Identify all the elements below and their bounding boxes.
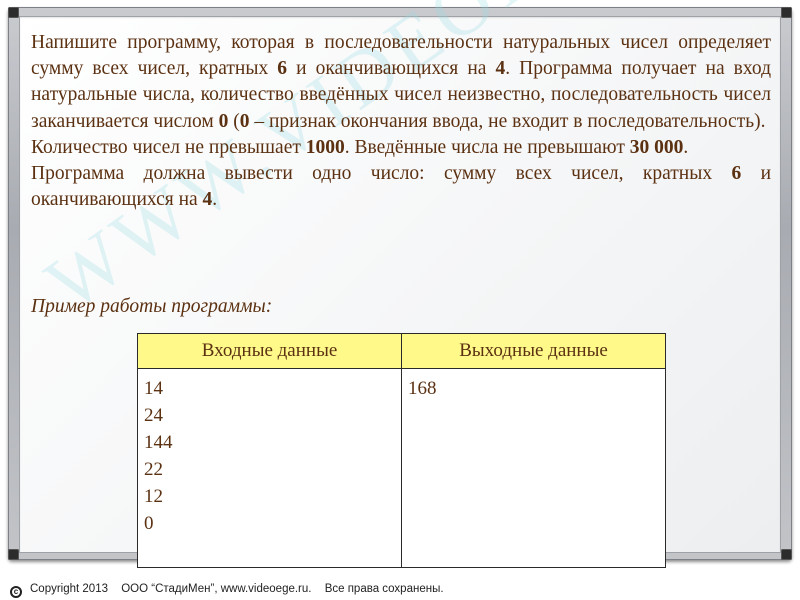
input-line: 22 [144,459,163,480]
task-paragraph-2: Количество чисел не превышает 1000. Введ… [31,136,689,158]
input-line: 24 [144,405,163,426]
header-input: Входные данные [137,333,402,369]
input-line: 14 [144,378,163,399]
output-cell: 168 [401,368,666,568]
table-header-row: Входные данные Выходные данные [137,333,666,369]
frame-corner [781,7,792,18]
task-paragraph-1: Напишите программу, которая в последоват… [31,32,771,132]
task-text: Напишите программу, которая в последоват… [31,30,771,213]
input-line: 144 [144,432,173,453]
footer: c Copyright 2013 ООО “СтадиМен”, www.vide… [10,583,444,598]
input-line: 0 [144,513,154,534]
task-paragraph-3: Программа должна вывести одно число: сум… [31,163,772,211]
copyright-icon: c [10,586,22,598]
footer-rights: Все права сохранены. [324,583,444,595]
output-value: 168 [408,378,437,399]
frame-corner [781,549,792,560]
frame-corner [8,549,19,560]
table-row: 14 24 144 22 12 0 168 [137,368,666,568]
input-cell: 14 24 144 22 12 0 [137,368,402,568]
footer-company: ООО “СтадиМен”, www.videoege.ru. [121,583,312,595]
example-label: Пример работы программы: [31,296,273,317]
io-table: Входные данные Выходные данные 14 24 144… [137,333,666,568]
input-line: 12 [144,486,163,507]
footer-copyright: Copyright 2013 [30,583,108,595]
frame-corner [8,7,19,18]
header-output: Выходные данные [401,333,666,369]
